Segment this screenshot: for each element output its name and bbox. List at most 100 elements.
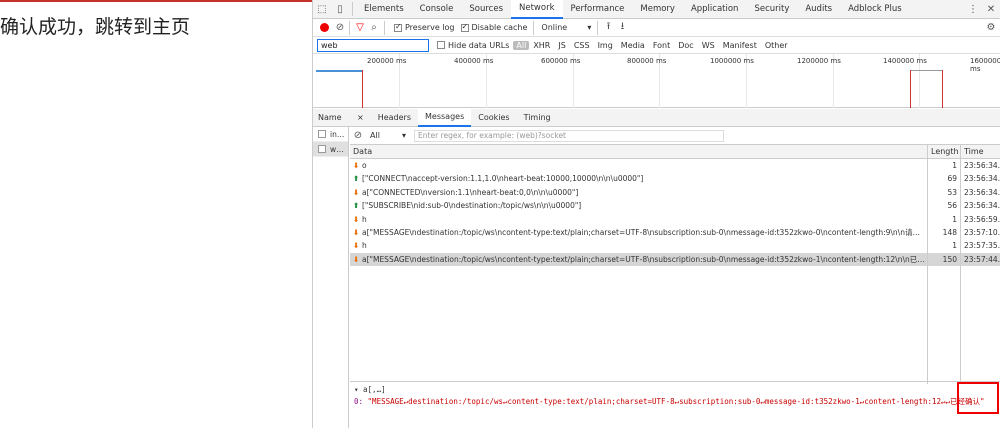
message-data: ⬇ o (350, 159, 928, 172)
export-har-icon[interactable]: ⭳ (615, 19, 629, 37)
message-data: ⬇ a["MESSAGE\ndestination:/topic/ws\ncont… (350, 252, 928, 266)
requests-list: in… w… (313, 127, 349, 428)
message-data: ⬆ ["SUBSCRIBE\nid:sub-0\ndestination:/top… (350, 199, 928, 212)
tab-headers[interactable]: Headers (371, 109, 418, 127)
message-data: ⬇ h (350, 239, 928, 252)
throttle-select[interactable]: Online (541, 23, 587, 32)
import-har-icon[interactable]: ⭱ (601, 19, 615, 37)
message-row[interactable]: ⬆ ["CONNECT\naccept-version:1.1,1.0\nhear… (350, 172, 1000, 185)
close-icon[interactable]: ✕ (982, 0, 1000, 18)
tab-elements[interactable]: Elements (356, 0, 412, 19)
message-length: 56 (928, 199, 961, 212)
hide-data-urls-checkbox[interactable] (437, 41, 445, 49)
message-length: 150 (928, 252, 961, 266)
message-row[interactable]: ⬇h123:57:35… (350, 239, 1000, 252)
timeline-tick-label: 1400000 ms (883, 57, 927, 65)
filter-type-xhr[interactable]: XHR (529, 41, 554, 50)
message-length: 1 (928, 212, 961, 225)
message-row[interactable]: ⬇ a["CONNECTED\nversion:1.1\nheart-beat:0… (350, 185, 1000, 199)
chevron-down-icon[interactable]: ▾ (402, 131, 406, 140)
message-length: 148 (928, 225, 961, 239)
detail-tree-toggle[interactable]: ▾ a[,…] (354, 385, 1000, 394)
tab-audits[interactable]: Audits (797, 0, 840, 19)
arrow-down-icon: ⬇ (353, 214, 360, 224)
request-row[interactable]: in… (313, 127, 348, 142)
message-length: 1 (928, 239, 961, 252)
tab-console[interactable]: Console (412, 0, 462, 19)
message-row[interactable]: ⬇h123:56:59… (350, 212, 1000, 226)
tab-application[interactable]: Application (683, 0, 747, 19)
filter-type-css[interactable]: CSS (570, 41, 594, 50)
preserve-log-checkbox[interactable] (394, 22, 402, 32)
timeline-tick-label: 200000 ms (367, 57, 407, 65)
length-column-header[interactable]: Length (928, 145, 961, 158)
tab-performance[interactable]: Performance (563, 0, 633, 19)
timeline-marker (942, 70, 943, 108)
network-timeline[interactable]: 200000 ms 400000 ms 600000 ms 800000 ms … (313, 54, 1000, 108)
message-row[interactable]: ⬇o123:56:34… (350, 159, 1000, 172)
arrow-down-icon: ⬇ (353, 187, 360, 197)
message-time: 23:56:34… (964, 174, 1000, 184)
requests-header: Name (313, 109, 350, 127)
messages-table-header: Data Length Time (350, 145, 1000, 159)
detail-tabs: × Headers Messages Cookies Timing (350, 108, 1000, 127)
record-icon[interactable] (320, 23, 329, 32)
data-column-header[interactable]: Data (350, 145, 928, 158)
timeline-tick-label: 400000 ms (454, 57, 494, 65)
timeline-tick-label: 600000 ms (541, 57, 581, 65)
detail-value-line: 0: "MESSAGE↵destination:/topic/ws↵conten… (354, 396, 1000, 407)
time-column-header[interactable]: Time (961, 145, 1000, 158)
request-row-selected[interactable]: w… (313, 142, 348, 157)
message-row[interactable]: ⬇ a["MESSAGE\ndestination:/topic/ws\ncont… (350, 252, 1000, 267)
filter-type-manifest[interactable]: Manifest (719, 41, 761, 50)
message-type-select[interactable]: All (370, 131, 402, 140)
chevron-down-icon[interactable]: ▾ (587, 23, 591, 32)
devtools-tabbar: ⬚ ▯ Elements Console Sources Network Per… (313, 0, 1000, 19)
tab-network[interactable]: Network (511, 0, 563, 19)
message-length: 1 (928, 159, 961, 172)
tab-timing[interactable]: Timing (517, 109, 558, 127)
disable-cache-checkbox[interactable] (460, 22, 469, 32)
clear-messages-icon[interactable]: ⊘ (350, 127, 366, 145)
message-time: 23:56:59… (964, 214, 1000, 224)
message-row[interactable]: ⬇ a["MESSAGE\ndestination:/topic/ws\ncont… (350, 225, 1000, 239)
message-data: ⬇ a["CONNECTED\nversion:1.1\nheart-beat:0… (350, 185, 928, 199)
arrow-down-icon: ⬇ (353, 254, 360, 264)
filter-type-ws[interactable]: WS (698, 41, 719, 50)
filter-type-other[interactable]: Other (761, 41, 792, 50)
message-data: ⬇ h (350, 212, 928, 225)
name-column-header[interactable]: Name (318, 113, 342, 122)
message-detail: ▾ a[,…] 0: "MESSAGE↵destination:/topic/w… (350, 381, 1000, 428)
filter-type-img[interactable]: Img (594, 41, 617, 50)
filter-icon[interactable]: ▽ (353, 19, 367, 37)
arrow-down-icon: ⬇ (353, 161, 360, 170)
detail-value: "MESSAGE↵destination:/topic/ws↵content-t… (367, 397, 951, 406)
filter-type-font[interactable]: Font (649, 41, 674, 50)
filter-type-media[interactable]: Media (617, 41, 649, 50)
filter-type-doc[interactable]: Doc (674, 41, 697, 50)
message-data: ⬇ a["MESSAGE\ndestination:/topic/ws\ncont… (350, 225, 928, 239)
clear-icon[interactable]: ⊘ (334, 19, 346, 37)
device-toolbar-icon[interactable]: ▯ (331, 0, 349, 18)
tab-cookies[interactable]: Cookies (471, 109, 516, 127)
tab-messages[interactable]: Messages (418, 108, 472, 127)
inspect-icon[interactable]: ⬚ (313, 0, 331, 18)
tab-security[interactable]: Security (746, 0, 797, 19)
message-row[interactable]: ⬆ ["SUBSCRIBE\nid:sub-0\ndestination:/top… (350, 199, 1000, 212)
filter-type-js[interactable]: JS (554, 41, 569, 50)
page-accent-line (0, 0, 312, 2)
filter-input[interactable]: web (317, 38, 429, 52)
message-time: 23:56:34… (964, 161, 1000, 170)
message-time: 23:57:35… (964, 241, 1000, 251)
message-time: 23:57:10… (964, 227, 1000, 237)
settings-gear-icon[interactable]: ⚙ (982, 19, 1000, 37)
detail-key: 0: (354, 397, 364, 406)
search-icon[interactable]: ⌕ (367, 19, 381, 37)
tab-memory[interactable]: Memory (632, 0, 683, 19)
tab-sources[interactable]: Sources (461, 0, 511, 19)
more-options-icon[interactable]: ⋮ (964, 0, 982, 18)
filter-type-all[interactable]: All (513, 40, 530, 50)
close-detail-button[interactable]: × (350, 109, 371, 127)
tab-adblock-plus[interactable]: Adblock Plus (840, 0, 910, 19)
regex-filter-input[interactable]: Enter regex, for example: (web)?socket (414, 129, 725, 142)
